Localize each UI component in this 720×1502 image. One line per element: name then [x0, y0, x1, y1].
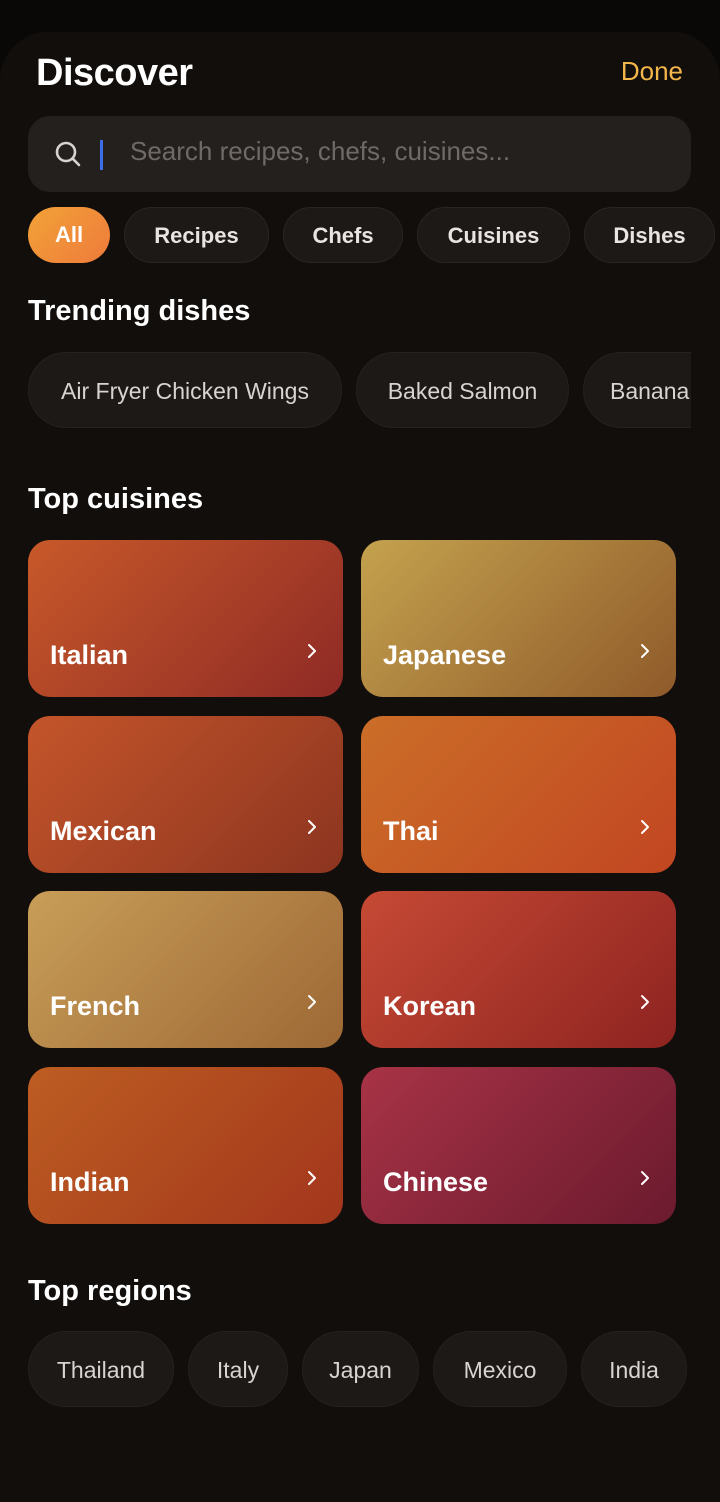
- chevron-right-icon: [641, 820, 649, 834]
- cuisine-label: Indian: [50, 1167, 130, 1197]
- text-cursor: [100, 140, 103, 170]
- cuisine-card-korean[interactable]: Korean: [361, 891, 676, 1048]
- region-item[interactable]: Thailand: [28, 1331, 174, 1407]
- cuisine-card-italian[interactable]: Italian: [28, 540, 343, 697]
- cuisine-card-french[interactable]: French: [28, 891, 343, 1048]
- trending-item[interactable]: Baked Salmon: [356, 352, 569, 428]
- filter-tab-cuisines[interactable]: Cuisines: [417, 207, 570, 263]
- trending-title: Trending dishes: [28, 295, 251, 327]
- done-button[interactable]: Done: [621, 56, 683, 87]
- search-icon: [55, 141, 81, 167]
- trending-item[interactable]: Banana: [583, 352, 691, 428]
- region-item[interactable]: Italy: [188, 1331, 288, 1407]
- cuisine-label: Thai: [383, 816, 439, 846]
- cuisine-label: Mexican: [50, 816, 157, 846]
- cuisine-label: French: [50, 991, 141, 1021]
- region-item[interactable]: Mexico: [433, 1331, 567, 1407]
- trending-list: Air Fryer Chicken Wings Baked Salmon Banan…: [28, 352, 691, 428]
- search-placeholder: Search recipes, chefs, cuisines...: [130, 136, 511, 166]
- chevron-right-icon: [308, 644, 316, 658]
- regions-title: Top regions: [28, 1275, 192, 1307]
- cuisine-card-chinese[interactable]: Chinese: [361, 1067, 676, 1224]
- chevron-right-icon: [641, 995, 649, 1009]
- filter-tab-recipes[interactable]: Recipes: [124, 207, 269, 263]
- page-title: Discover: [36, 52, 193, 94]
- search-input[interactable]: Search recipes, chefs, cuisines...: [28, 116, 691, 192]
- chevron-right-icon: [308, 995, 316, 1009]
- filter-tab-chefs[interactable]: Chefs: [283, 207, 403, 263]
- cuisine-card-mexican[interactable]: Mexican: [28, 716, 343, 873]
- chevron-right-icon: [641, 1171, 649, 1185]
- cuisines-title: Top cuisines: [28, 483, 204, 515]
- cuisine-card-japanese[interactable]: Japanese: [361, 540, 676, 697]
- chevron-right-icon: [308, 1171, 316, 1185]
- filter-tabs: All Recipes Chefs Cuisines Dishes: [28, 207, 720, 263]
- chevron-right-icon: [641, 644, 649, 658]
- cuisine-label: Italian: [50, 640, 129, 670]
- filter-tab-dishes[interactable]: Dishes: [584, 207, 715, 263]
- trending-item[interactable]: Air Fryer Chicken Wings: [28, 352, 342, 428]
- cuisine-card-thai[interactable]: Thai: [361, 716, 676, 873]
- region-item[interactable]: India: [581, 1331, 687, 1407]
- region-item[interactable]: Japan: [302, 1331, 419, 1407]
- filter-tab-all[interactable]: All: [28, 207, 110, 263]
- chevron-right-icon: [308, 820, 316, 834]
- cuisine-label: Japanese: [383, 640, 507, 670]
- regions-list: Thailand Italy Japan Mexico India: [28, 1331, 708, 1407]
- cuisine-label: Chinese: [383, 1167, 489, 1197]
- discover-sheet: Discover Done Search recipes, chefs, cui…: [0, 32, 720, 1502]
- cuisine-card-indian[interactable]: Indian: [28, 1067, 343, 1224]
- cuisine-label: Korean: [383, 991, 477, 1021]
